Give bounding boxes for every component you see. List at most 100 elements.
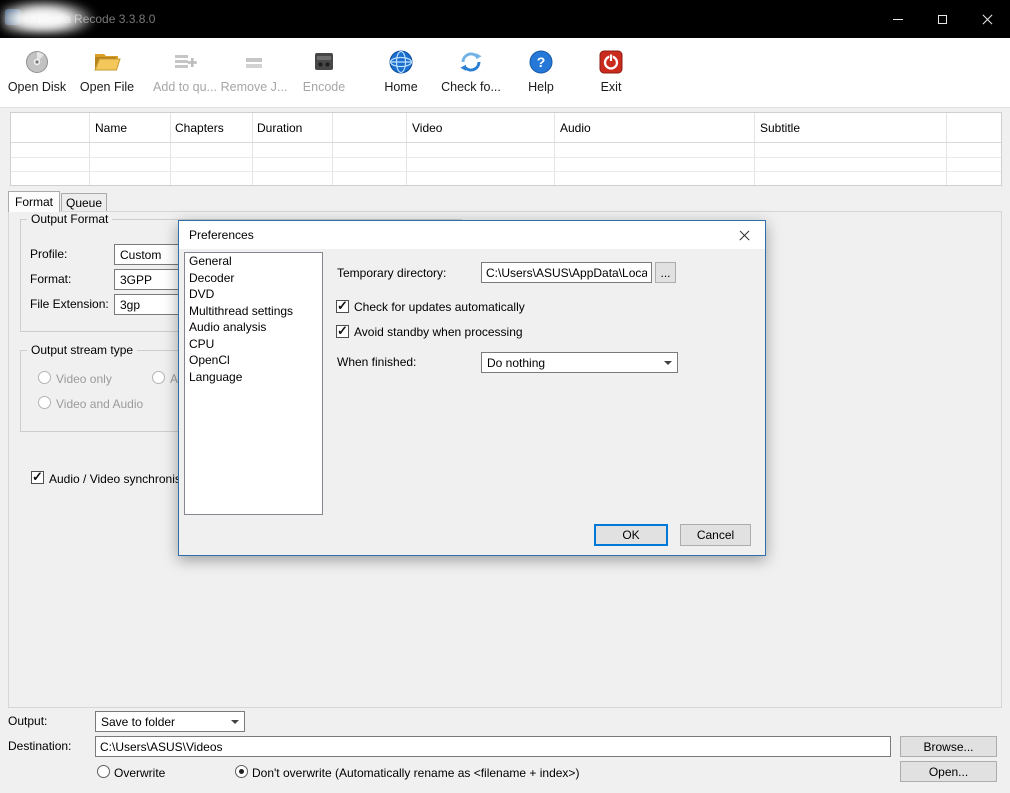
column-divider xyxy=(946,113,947,185)
video-only-radio xyxy=(38,371,51,384)
prefs-category-list[interactable]: General Decoder DVD Multithread settings… xyxy=(184,252,323,515)
format-label: Format: xyxy=(30,272,71,286)
prefs-category-dvd[interactable]: DVD xyxy=(185,286,322,303)
audio-only-radio xyxy=(152,371,165,384)
format-value: 3GPP xyxy=(120,273,152,287)
toolbar: Open Disk Open File Add to qu... Remove … xyxy=(0,38,1010,108)
prefs-category-opencl[interactable]: OpenCl xyxy=(185,352,322,369)
output-mode-select[interactable]: Save to folder xyxy=(95,711,245,732)
open-button-label: Open... xyxy=(929,765,968,779)
add-queue-icon xyxy=(150,46,220,78)
output-label: Output: xyxy=(8,714,47,728)
when-finished-value: Do nothing xyxy=(487,356,545,370)
cancel-button-label: Cancel xyxy=(697,528,734,542)
tab-queue-label: Queue xyxy=(66,196,102,210)
close-icon xyxy=(739,230,750,241)
home-button[interactable]: Home xyxy=(372,46,430,102)
destination-input[interactable] xyxy=(95,736,891,757)
maximize-icon xyxy=(938,15,947,24)
dialog-titlebar: Preferences xyxy=(179,221,765,249)
ok-button-label: OK xyxy=(622,528,639,542)
toolbar-button-label: Help xyxy=(516,80,566,94)
folder-icon xyxy=(74,46,140,78)
column-divider xyxy=(332,113,333,185)
close-icon xyxy=(982,14,993,25)
column-divider xyxy=(554,113,555,185)
file-extension-label: File Extension: xyxy=(30,297,109,311)
temp-dir-label: Temporary directory: xyxy=(337,266,446,280)
encode-icon xyxy=(294,46,354,78)
job-list-table[interactable]: Name Chapters Duration Video Audio Subti… xyxy=(10,112,1002,186)
video-only-label: Video only xyxy=(56,372,112,386)
dont-overwrite-radio[interactable] xyxy=(235,765,248,778)
column-header-subtitle[interactable]: Subtitle xyxy=(760,121,800,135)
dialog-title: Preferences xyxy=(189,228,254,242)
when-finished-select[interactable]: Do nothing xyxy=(481,352,678,373)
toolbar-button-label: Home xyxy=(372,80,430,94)
browse-button-label: Browse... xyxy=(923,740,973,754)
toolbar-button-label: Exit xyxy=(584,80,638,94)
output-format-group-label: Output Format xyxy=(27,212,112,226)
tab-format[interactable]: Format xyxy=(8,191,60,212)
disc-icon xyxy=(2,46,72,78)
temp-dir-browse-button[interactable]: ... xyxy=(655,262,676,283)
column-header-audio[interactable]: Audio xyxy=(560,121,591,135)
prefs-category-decoder[interactable]: Decoder xyxy=(185,270,322,287)
overwrite-radio[interactable] xyxy=(97,765,110,778)
temp-dir-input[interactable] xyxy=(481,262,652,283)
chevron-down-icon xyxy=(231,720,239,728)
close-button[interactable] xyxy=(965,0,1010,38)
check-updates-button[interactable]: Check fo... xyxy=(438,46,504,102)
browse-button[interactable]: Browse... xyxy=(900,736,997,757)
overwrite-label: Overwrite xyxy=(114,766,165,780)
column-header-video[interactable]: Video xyxy=(412,121,442,135)
svg-text:?: ? xyxy=(537,54,546,70)
row-divider xyxy=(11,157,1001,158)
temp-dir-browse-label: ... xyxy=(660,266,670,280)
column-divider xyxy=(406,113,407,185)
prefs-category-language[interactable]: Language xyxy=(185,369,322,386)
prefs-category-cpu[interactable]: CPU xyxy=(185,336,322,353)
titlebar: XMedia Recode 3.3.8.0 xyxy=(0,0,1010,38)
remove-job-icon xyxy=(218,46,290,78)
minimize-button[interactable] xyxy=(875,0,920,38)
exit-button[interactable]: Exit xyxy=(584,46,638,102)
open-file-button[interactable]: Open File xyxy=(74,46,140,102)
avoid-standby-checkbox[interactable] xyxy=(336,325,349,338)
open-disk-button[interactable]: Open Disk xyxy=(2,46,72,102)
column-header-duration[interactable]: Duration xyxy=(257,121,302,135)
video-and-audio-radio xyxy=(38,396,51,409)
column-header-chapters[interactable]: Chapters xyxy=(175,121,224,135)
cancel-button[interactable]: Cancel xyxy=(680,524,751,546)
av-sync-checkbox[interactable] xyxy=(31,471,44,484)
toolbar-button-label: Encode xyxy=(294,80,354,94)
open-button[interactable]: Open... xyxy=(900,761,997,782)
when-finished-label: When finished: xyxy=(337,355,416,369)
app-window: XMedia Recode 3.3.8.0 Open Disk Open Fil… xyxy=(0,0,1010,793)
row-divider xyxy=(11,171,1001,172)
prefs-category-general[interactable]: General xyxy=(185,253,322,270)
chevron-down-icon xyxy=(664,361,672,369)
maximize-button[interactable] xyxy=(920,0,965,38)
column-divider xyxy=(170,113,171,185)
toolbar-button-label: Check fo... xyxy=(438,80,504,94)
toolbar-button-label: Add to qu... xyxy=(150,80,220,94)
avoid-standby-label: Avoid standby when processing xyxy=(354,325,523,339)
tab-queue[interactable]: Queue xyxy=(61,193,107,212)
help-button[interactable]: ? Help xyxy=(516,46,566,102)
check-updates-checkbox[interactable] xyxy=(336,300,349,313)
file-extension-value: 3gp xyxy=(120,298,140,312)
remove-job-button: Remove J... xyxy=(218,46,290,102)
toolbar-button-label: Open Disk xyxy=(2,80,72,94)
column-divider xyxy=(754,113,755,185)
column-divider xyxy=(89,113,90,185)
minimize-icon xyxy=(893,19,903,20)
column-header-name[interactable]: Name xyxy=(95,121,127,135)
destination-label: Destination: xyxy=(8,739,71,753)
prefs-category-audio-analysis[interactable]: Audio analysis xyxy=(185,319,322,336)
ok-button[interactable]: OK xyxy=(594,524,668,546)
output-mode-value: Save to folder xyxy=(101,715,175,729)
prefs-category-multithread[interactable]: Multithread settings xyxy=(185,303,322,320)
dialog-close-button[interactable] xyxy=(729,221,759,249)
profile-label: Profile: xyxy=(30,247,67,261)
